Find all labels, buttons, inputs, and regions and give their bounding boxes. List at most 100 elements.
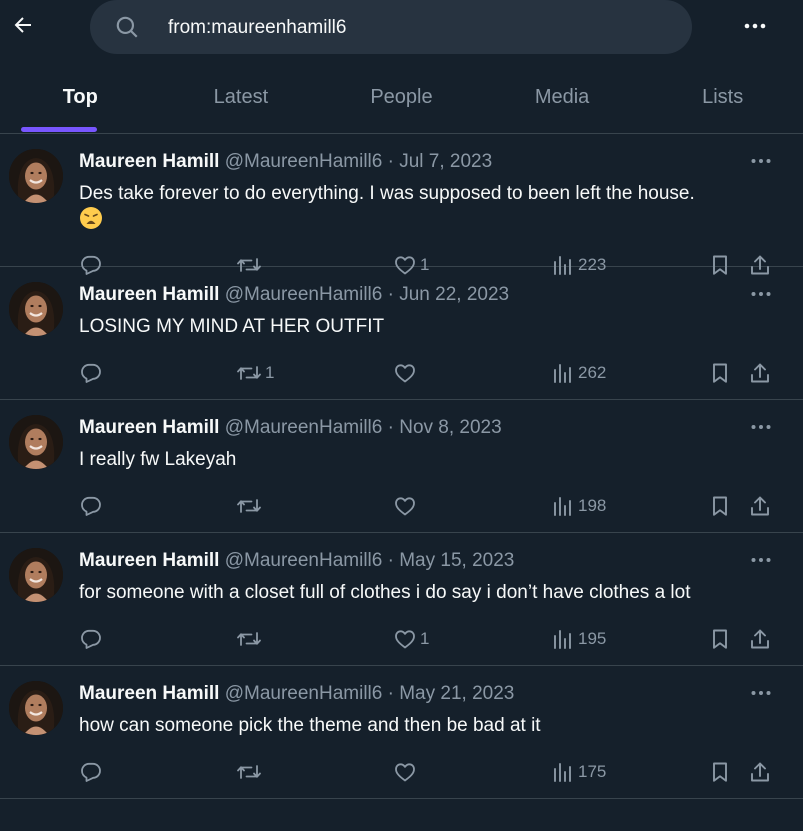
views-count: 175 — [578, 762, 607, 781]
avatar[interactable] — [9, 149, 63, 203]
tweet-header: Maureen Hamill @MaureenHamill6 · May 21,… — [79, 683, 514, 705]
tab-top[interactable]: Top — [0, 70, 161, 133]
tweet-date[interactable]: May 15, 2023 — [399, 550, 514, 571]
author-name[interactable]: Maureen Hamill — [79, 683, 219, 704]
views-button[interactable]: 198 — [551, 490, 606, 522]
tab-latest[interactable]: Latest — [161, 70, 322, 133]
views-button[interactable]: 195 — [551, 623, 606, 655]
tweet-text: for someone with a closet full of clothe… — [79, 579, 769, 607]
reply-icon — [81, 762, 101, 782]
back-arrow-icon[interactable] — [6, 8, 40, 42]
author-handle[interactable]: @MaureenHamill6 — [225, 683, 383, 704]
tweet-header: Maureen Hamill @MaureenHamill6 · May 15,… — [79, 550, 514, 572]
retweet-icon — [237, 765, 261, 779]
tweet-date[interactable]: Jul 7, 2023 — [399, 151, 492, 172]
tweet-date[interactable]: Nov 8, 2023 — [399, 417, 501, 438]
tweet-actions: 1 262 — [0, 357, 803, 389]
heart-icon — [395, 630, 415, 649]
tweet[interactable]: Maureen Hamill @MaureenHamill6 · Nov 8, … — [0, 400, 803, 533]
search-tabs: Top Latest People Media Lists — [0, 70, 803, 133]
retweet-button[interactable]: 1 — [236, 357, 274, 389]
avatar[interactable] — [9, 681, 63, 735]
more-options-icon[interactable] — [736, 8, 774, 44]
heart-icon — [395, 364, 415, 383]
tab-media[interactable]: Media — [482, 70, 643, 133]
author-handle[interactable]: @MaureenHamill6 — [225, 151, 383, 172]
tweet-more-icon[interactable] — [745, 548, 777, 572]
tweet[interactable]: Maureen Hamill @MaureenHamill6 · Jun 22,… — [0, 267, 803, 400]
active-tab-indicator — [21, 127, 97, 132]
tab-people[interactable]: People — [321, 70, 482, 133]
tab-label: People — [370, 86, 433, 108]
tweet-date[interactable]: Jun 22, 2023 — [399, 284, 509, 305]
author-name[interactable]: Maureen Hamill — [79, 151, 219, 172]
author-name[interactable]: Maureen Hamill — [79, 550, 219, 571]
author-name[interactable]: Maureen Hamill — [79, 284, 219, 305]
tweet-actions: 198 — [0, 490, 803, 522]
views-count: 262 — [578, 363, 607, 382]
tweet-text-content: LOSING MY MIND AT HER OUTFIT — [79, 316, 385, 337]
share-icon — [751, 762, 769, 782]
share-button[interactable] — [748, 490, 772, 522]
tweet-more-icon[interactable] — [745, 149, 777, 173]
reply-button[interactable] — [79, 756, 106, 788]
avatar[interactable] — [9, 415, 63, 469]
tweet-text-content: how can someone pick the theme and then … — [79, 715, 541, 736]
tweet-header: Maureen Hamill @MaureenHamill6 · Jul 7, … — [79, 151, 492, 173]
tweet-actions: 1 195 — [0, 623, 803, 655]
tweet-text: I really fw Lakeyah — [79, 446, 769, 474]
author-handle[interactable]: @MaureenHamill6 — [225, 284, 383, 305]
tab-lists[interactable]: Lists — [642, 70, 803, 133]
like-button[interactable] — [393, 756, 420, 788]
tweet[interactable]: Maureen Hamill @MaureenHamill6 · May 21,… — [0, 666, 803, 799]
bookmark-button[interactable] — [708, 490, 732, 522]
reply-button[interactable] — [79, 490, 106, 522]
retweet-button[interactable] — [236, 490, 265, 522]
reply-button[interactable] — [79, 623, 106, 655]
views-button[interactable]: 175 — [551, 756, 606, 788]
like-button[interactable] — [393, 490, 420, 522]
like-button[interactable]: 1 — [393, 623, 429, 655]
author-handle[interactable]: @MaureenHamill6 — [225, 550, 383, 571]
tweet[interactable]: Maureen Hamill @MaureenHamill6 · Jul 7, … — [0, 134, 803, 275]
views-count: 198 — [578, 496, 607, 515]
share-button[interactable] — [748, 756, 772, 788]
search-bar[interactable] — [90, 0, 692, 54]
bookmark-button[interactable] — [708, 756, 732, 788]
tweet-text: how can someone pick the theme and then … — [79, 712, 769, 740]
bookmark-icon — [713, 629, 727, 649]
views-icon — [554, 763, 571, 782]
tweet-more-icon[interactable] — [745, 681, 777, 705]
bookmark-icon — [713, 762, 727, 782]
tweet-more-icon[interactable] — [745, 415, 777, 439]
reply-button[interactable] — [79, 357, 106, 389]
retweet-icon — [237, 632, 261, 646]
tweet-header: Maureen Hamill @MaureenHamill6 · Jun 22,… — [79, 284, 509, 306]
bookmark-icon — [713, 496, 727, 516]
search-header: Top Latest People Media Lists — [0, 0, 803, 134]
like-button[interactable] — [393, 357, 420, 389]
author-handle[interactable]: @MaureenHamill6 — [225, 417, 383, 438]
tweet-text-content: for someone with a closet full of clothe… — [79, 582, 691, 603]
bookmark-button[interactable] — [708, 623, 732, 655]
separator-dot: · — [387, 683, 394, 704]
retweet-button[interactable] — [236, 756, 265, 788]
tab-label: Top — [62, 86, 98, 108]
retweet-button[interactable] — [236, 623, 265, 655]
share-icon — [751, 496, 769, 516]
share-button[interactable] — [748, 623, 772, 655]
tweet-text-content: Des take forever to do everything. I was… — [79, 183, 695, 204]
separator-dot: · — [387, 417, 394, 438]
avatar[interactable] — [9, 282, 63, 336]
share-button[interactable] — [748, 357, 772, 389]
avatar[interactable] — [9, 548, 63, 602]
tweet-text: LOSING MY MIND AT HER OUTFIT — [79, 313, 769, 341]
reply-icon — [81, 496, 101, 516]
search-input[interactable] — [166, 12, 670, 44]
bookmark-button[interactable] — [708, 357, 732, 389]
views-button[interactable]: 262 — [551, 357, 606, 389]
tweet-more-icon[interactable] — [745, 282, 777, 306]
author-name[interactable]: Maureen Hamill — [79, 417, 219, 438]
tweet[interactable]: Maureen Hamill @MaureenHamill6 · May 15,… — [0, 533, 803, 666]
tweet-date[interactable]: May 21, 2023 — [399, 683, 514, 704]
